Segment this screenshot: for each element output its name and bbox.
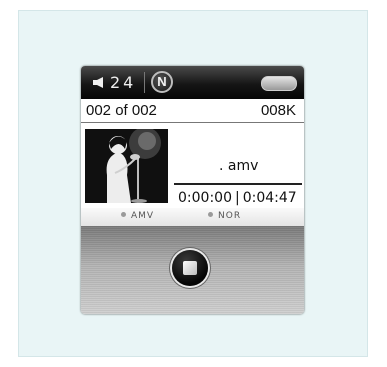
format-dot-icon	[121, 212, 126, 217]
eq-dot-icon	[208, 212, 213, 217]
stop-button[interactable]	[172, 250, 208, 286]
divider	[81, 122, 304, 123]
time-row: 0:00:00 | 0:04:47	[178, 190, 297, 206]
album-art-image	[85, 129, 168, 203]
volume-level: 24	[110, 73, 137, 92]
control-panel	[81, 226, 304, 314]
screenshot-frame: 24 N 002 of 002 008K . amv 0:00:00 | 0:0…	[18, 10, 368, 357]
format-indicator: AMV	[121, 211, 154, 221]
total-time: 0:04:47	[242, 190, 297, 206]
info-strip: AMV NOR	[81, 208, 304, 226]
format-label: AMV	[131, 211, 155, 221]
file-size: 008K	[260, 102, 296, 119]
track-index: 002 of 002	[86, 102, 157, 119]
nor-mode-icon[interactable]: N	[151, 71, 173, 93]
time-separator: |	[234, 190, 240, 206]
eq-label: NOR	[218, 211, 242, 221]
eq-indicator: NOR	[208, 211, 241, 221]
status-bar: 24 N	[81, 66, 304, 99]
speaker-icon[interactable]	[93, 77, 105, 88]
track-info-row: 002 of 002 008K	[81, 99, 304, 121]
progress-line	[174, 183, 302, 185]
status-divider	[144, 72, 145, 93]
mode-label: N	[157, 74, 167, 89]
media-player-screen: 24 N 002 of 002 008K . amv 0:00:00 | 0:0…	[81, 66, 304, 314]
elapsed-time: 0:00:00	[178, 190, 232, 206]
battery-icon	[261, 76, 297, 91]
file-name: . amv	[219, 158, 259, 174]
singer-silhouette	[85, 129, 168, 203]
stop-icon	[183, 261, 197, 275]
